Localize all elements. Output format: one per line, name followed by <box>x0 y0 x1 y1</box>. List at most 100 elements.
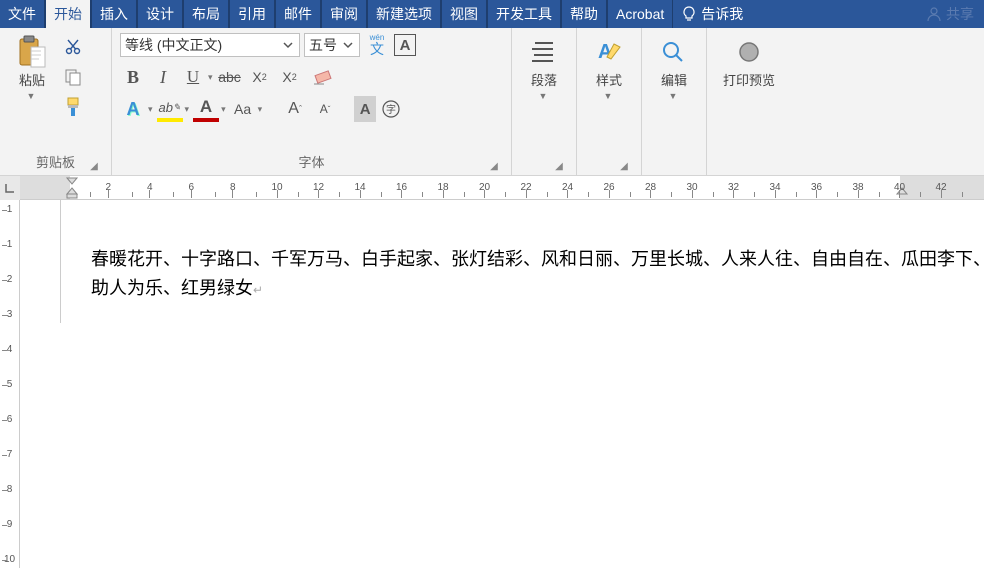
vruler-tick: 8 <box>0 484 19 495</box>
tell-me-search[interactable]: 告诉我 <box>673 0 751 28</box>
text-effects-button[interactable]: A <box>120 96 146 122</box>
chevron-down-icon: ▾ <box>208 72 213 83</box>
paragraph-lines-icon <box>528 36 560 68</box>
ruler-tick: 40 <box>894 176 905 199</box>
tab-home[interactable]: 开始 <box>45 0 91 28</box>
tab-layout[interactable]: 布局 <box>183 0 229 28</box>
paragraph-button[interactable]: 段落 ▼ <box>520 32 568 105</box>
share-label: 共享 <box>946 4 974 24</box>
tab-new-options[interactable]: 新建选项 <box>367 0 441 28</box>
vruler-tick: 1 <box>0 239 19 250</box>
clear-formatting-button[interactable] <box>307 64 343 90</box>
group-font: 等线 (中文正文) 五号 wén 文 A B I U▾ abc X2 <box>112 28 512 175</box>
ruler-tick: 18 <box>438 176 449 199</box>
tab-file[interactable]: 文件 <box>0 0 45 28</box>
tab-references[interactable]: 引用 <box>229 0 275 28</box>
character-shading-button[interactable]: A <box>354 96 376 122</box>
chevron-down-icon: ▾ <box>221 104 226 115</box>
tell-me-label: 告诉我 <box>701 4 743 24</box>
paste-button[interactable]: 粘贴 ▼ <box>8 32 56 105</box>
body-text: 春暖花开、十字路口、千军万马、白手起家、张灯结彩、风和日丽、万里长城、人来人往、… <box>91 249 984 298</box>
editing-button[interactable]: 编辑 ▼ <box>650 32 698 105</box>
styles-button[interactable]: A 样式 ▼ <box>585 32 633 105</box>
ruler-tick: 2 <box>106 176 112 199</box>
chevron-down-icon: ▼ <box>669 91 678 101</box>
superscript-button[interactable]: X2 <box>277 64 303 90</box>
underline-button[interactable]: U <box>180 64 206 90</box>
tab-developer[interactable]: 开发工具 <box>487 0 561 28</box>
group-print-preview: 打印预览 <box>707 28 791 175</box>
tab-design[interactable]: 设计 <box>137 0 183 28</box>
phonetic-char-text: 文 <box>370 42 384 56</box>
print-preview-button[interactable]: 打印预览 <box>715 32 783 93</box>
vruler-tick: 10 <box>0 554 19 565</box>
ruler-tick: 38 <box>853 176 864 199</box>
character-border-button[interactable]: A <box>394 34 416 56</box>
chevron-down-icon: ▾ <box>258 104 263 115</box>
paragraph-dialog-launcher[interactable]: ◢ <box>552 159 566 173</box>
vruler-tick: 9 <box>0 519 19 530</box>
font-name-select[interactable]: 等线 (中文正文) <box>120 33 300 57</box>
ruler-tick: 32 <box>728 176 739 199</box>
tab-help[interactable]: 帮助 <box>561 0 607 28</box>
chevron-down-icon: ▼ <box>539 91 548 101</box>
document-text[interactable]: 春暖花开、十字路口、千军万马、白手起家、张灯结彩、风和日丽、万里长城、人来人往、… <box>91 245 984 303</box>
tab-review[interactable]: 审阅 <box>321 0 367 28</box>
ruler-tick: 12 <box>313 176 324 199</box>
subscript-button[interactable]: X2 <box>247 64 273 90</box>
ribbon: 粘贴 ▼ 剪贴板 ◢ 等线 (中文正文) <box>0 28 984 176</box>
strikethrough-button[interactable]: abc <box>217 64 243 90</box>
enclose-characters-button[interactable]: 字 <box>380 96 402 122</box>
record-circle-icon <box>733 36 765 68</box>
format-painter-icon <box>64 97 82 117</box>
tab-insert[interactable]: 插入 <box>91 0 137 28</box>
shrink-font-button[interactable]: Aˇ <box>312 96 338 122</box>
font-color-button[interactable]: A <box>193 96 219 122</box>
styles-dialog-launcher[interactable]: ◢ <box>617 159 631 173</box>
vruler-tick: 1 <box>0 204 19 215</box>
ruler-tick: 42 <box>936 176 947 199</box>
horizontal-ruler[interactable]: 24681012141618202224262830323436384042 <box>20 176 984 199</box>
share-button[interactable]: 共享 <box>916 0 984 28</box>
bold-button[interactable]: B <box>120 64 146 90</box>
page: 春暖花开、十字路口、千军万马、白手起家、张灯结彩、风和日丽、万里长城、人来人往、… <box>60 200 984 323</box>
vruler-tick: 4 <box>0 344 19 355</box>
font-size-select[interactable]: 五号 <box>304 33 360 57</box>
print-preview-label: 打印预览 <box>723 70 775 89</box>
vruler-tick: 5 <box>0 379 19 390</box>
chevron-down-icon <box>341 38 355 52</box>
ruler-tick: 26 <box>604 176 615 199</box>
group-paragraph: 段落 ▼ ◢ <box>512 28 577 175</box>
ruler-tick: 14 <box>355 176 366 199</box>
phonetic-guide-button[interactable]: wén 文 <box>364 32 390 58</box>
ruler-row: 24681012141618202224262830323436384042 <box>0 176 984 200</box>
chevron-down-icon: ▼ <box>27 91 36 101</box>
chevron-down-icon: ▾ <box>148 104 153 115</box>
format-painter-button[interactable] <box>60 94 86 120</box>
cut-button[interactable] <box>60 34 86 60</box>
work-area: 112345678910 春暖花开、十字路口、千军万马、白手起家、张灯结彩、风和… <box>0 200 984 568</box>
share-person-icon <box>926 6 942 22</box>
document-area[interactable]: 春暖花开、十字路口、千军万马、白手起家、张灯结彩、风和日丽、万里长城、人来人往、… <box>20 200 984 568</box>
font-dialog-launcher[interactable]: ◢ <box>487 159 501 173</box>
tab-selector-icon[interactable] <box>4 182 16 194</box>
chevron-down-icon: ▼ <box>604 91 613 101</box>
ruler-tick: 10 <box>272 176 283 199</box>
paragraph-mark-icon: ↵ <box>253 283 263 297</box>
clipboard-dialog-launcher[interactable]: ◢ <box>87 159 101 173</box>
change-case-button[interactable]: Aa <box>230 96 256 122</box>
scissors-icon <box>64 38 82 56</box>
vertical-ruler[interactable]: 112345678910 <box>0 200 20 568</box>
tab-mailings[interactable]: 邮件 <box>275 0 321 28</box>
copy-button[interactable] <box>60 64 86 90</box>
tab-acrobat[interactable]: Acrobat <box>607 0 673 28</box>
paragraph-label: 段落 <box>531 70 557 89</box>
highlight-button[interactable]: ab✎ <box>157 96 183 122</box>
ruler-tick: 4 <box>147 176 153 199</box>
italic-button[interactable]: I <box>150 64 176 90</box>
ruler-tick: 22 <box>521 176 532 199</box>
tab-view[interactable]: 视图 <box>441 0 487 28</box>
hanging-indent-marker[interactable] <box>66 187 78 199</box>
grow-font-button[interactable]: Aˆ <box>282 96 308 122</box>
ruler-tick: 8 <box>230 176 236 199</box>
